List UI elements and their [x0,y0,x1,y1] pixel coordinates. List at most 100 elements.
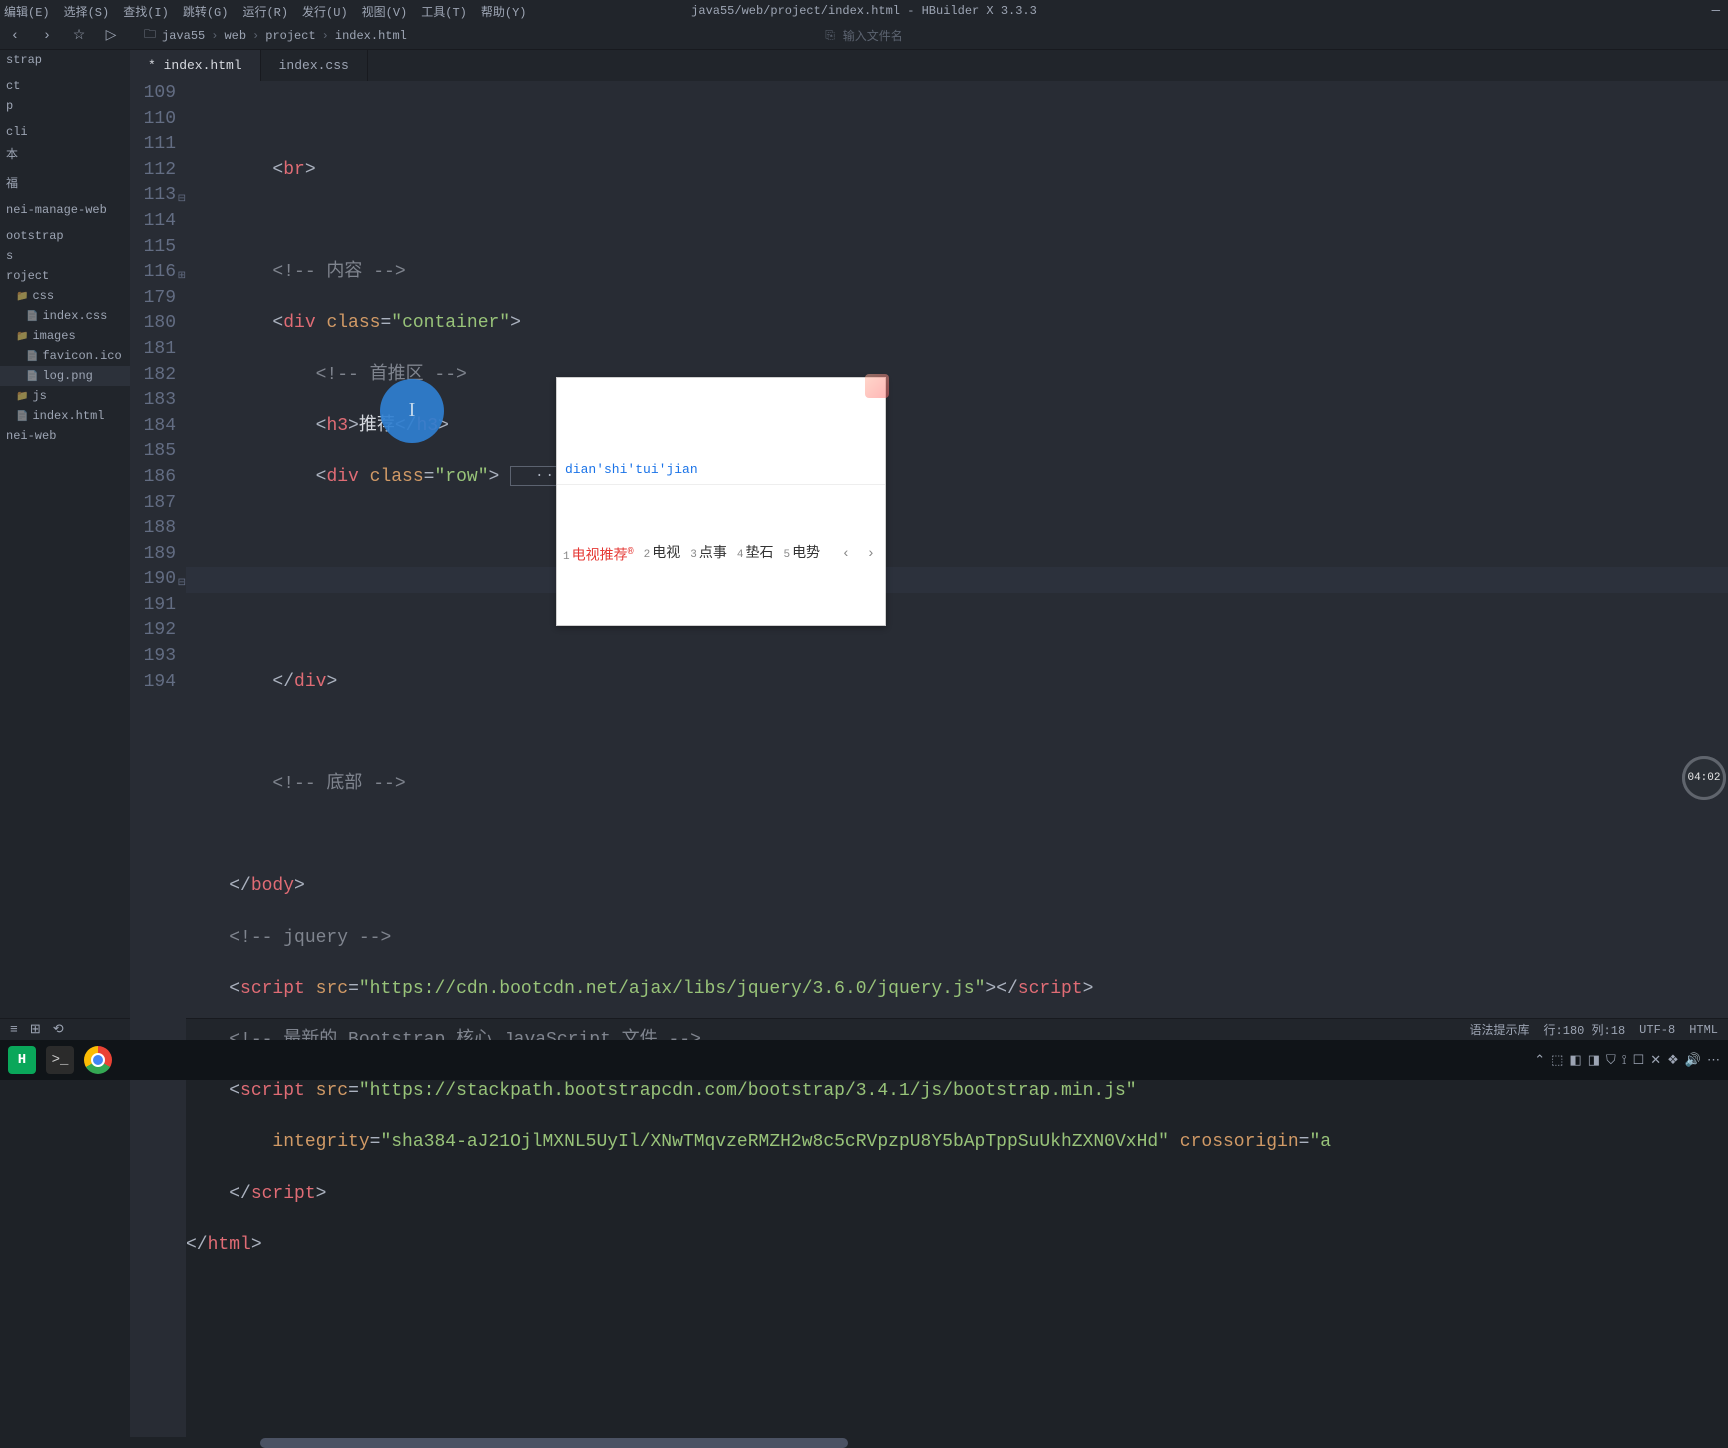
menu-item[interactable]: 运行(R) [242,3,288,20]
line-number: 110 [130,107,176,133]
explorer-item[interactable]: index.css [0,306,130,326]
ime-candidate[interactable]: 1电视推荐® [563,540,634,571]
explorer-item[interactable]: s [0,246,130,266]
explorer-item[interactable]: ct [0,76,130,96]
explorer-item[interactable]: 福 [0,171,130,194]
code-area[interactable]: <br> <!-- 内容 --> <div class="container">… [186,81,1728,1437]
taskbar-chrome-icon[interactable] [84,1046,112,1074]
explorer-item[interactable]: nei-web [0,426,130,446]
ime-candidates[interactable]: 1电视推荐® 2电视 3点事 4垫石 5电势 ‹ › [557,537,885,574]
explorer-item[interactable]: css [0,286,130,306]
line-number: 185 [130,439,176,465]
tray-icon[interactable]: 🔊 [1685,1053,1701,1068]
tray-icon[interactable]: ✕ [1650,1053,1661,1068]
explorer-item[interactable]: 本 [0,142,130,165]
menu-item[interactable]: 选择(S) [64,3,110,20]
explorer-item[interactable]: p [0,96,130,116]
fold-toggle-icon[interactable]: ⊟ [178,187,186,213]
editor-pane: * index.htmlindex.css 109110111112113⊟ 11… [130,50,1728,1018]
text-cursor-indicator [380,379,444,443]
code-editor[interactable]: 109110111112113⊟114115116⊞17918018118218… [130,81,1728,1437]
breadcrumb-segment[interactable]: index.html [335,29,407,43]
line-number: 182 [130,363,176,389]
menu-item[interactable]: 工具(T) [421,3,467,20]
tray-icon[interactable]: ⌃ [1534,1053,1545,1068]
explorer-item[interactable]: cli [0,122,130,142]
tray-icon[interactable]: ⬚ [1551,1053,1563,1068]
window-title: java55/web/project/index.html - HBuilder… [691,4,1037,18]
taskbar-hbuilder-icon[interactable]: H [8,1046,36,1074]
breadcrumb-segment[interactable]: web [224,29,246,43]
search-icon: ⎘ [825,29,835,43]
ime-pager[interactable]: ‹ › [842,542,879,568]
ime-candidate[interactable]: 5电势 [783,542,820,569]
line-number: 188 [130,516,176,542]
explorer-item[interactable]: strap [0,50,130,70]
explorer-item[interactable]: js [0,386,130,406]
explorer-item[interactable]: index.html [0,406,130,426]
menu-item[interactable]: 视图(V) [362,3,408,20]
file-search[interactable]: ⎘ 输入文件名 [825,27,903,44]
system-tray[interactable]: ⌃ ⬚ ◧ ◨ ⛉ ⟟ ☐ ✕ ❖ 🔊 ⋯ [1534,1053,1720,1068]
line-number: 111 [130,132,176,158]
run-icon[interactable]: ▷ [102,27,120,44]
tray-icon[interactable]: ⋯ [1707,1053,1720,1068]
explorer-item[interactable]: log.png [0,366,130,386]
menu-item[interactable]: 发行(U) [302,3,348,20]
fold-toggle-icon[interactable]: ⊟ [178,571,186,597]
status-icon[interactable]: ⟲ [53,1022,64,1037]
search-placeholder: 输入文件名 [843,27,903,44]
line-number: 190⊟ [130,567,176,593]
breadcrumb-segment[interactable]: project [265,29,315,43]
taskbar-terminal-icon[interactable]: >_ [46,1046,74,1074]
line-number: 115 [130,235,176,261]
explorer-item[interactable]: roject [0,266,130,286]
scrollbar-thumb[interactable] [260,1438,848,1448]
explorer-item[interactable]: ootstrap [0,226,130,246]
line-number: 181 [130,337,176,363]
line-number: 179 [130,286,176,312]
nav-back-icon[interactable]: ‹ [6,28,24,44]
ime-composition: dian'shi'tui'jian [557,455,885,486]
tray-icon[interactable]: ☐ [1633,1053,1645,1068]
line-number: 193 [130,644,176,670]
menu-item[interactable]: 帮助(Y) [481,3,527,20]
explorer-item[interactable]: favicon.ico [0,346,130,366]
menu-item[interactable]: 编辑(E) [4,3,50,20]
status-icon[interactable]: ≡ [10,1022,18,1037]
ime-candidate-popup[interactable]: dian'shi'tui'jian 1电视推荐® 2电视 3点事 4垫石 5电势 ‹ › [556,377,886,626]
line-number: 112 [130,158,176,184]
tray-icon[interactable]: ◨ [1588,1053,1600,1068]
tray-icon[interactable]: ❖ [1667,1053,1679,1068]
editor-tab[interactable]: * index.html [130,50,261,81]
tray-icon[interactable]: ⛉ [1606,1053,1616,1068]
breadcrumb-segment[interactable]: java55 [162,29,205,43]
editor-tab[interactable]: index.css [261,50,368,81]
breadcrumb: 🗀 java55› web› project› index.html [144,25,407,46]
explorer-item[interactable]: images [0,326,130,346]
folder-icon: 🗀 [144,25,156,46]
line-number: 189 [130,542,176,568]
main-area: strap ctp cli本福 nei-manage-web ootstrapsroje… [0,50,1728,1018]
os-taskbar: H >_ ⌃ ⬚ ◧ ◨ ⛉ ⟟ ☐ ✕ ❖ 🔊 ⋯ [0,1040,1728,1080]
status-icon[interactable]: ⊞ [30,1022,41,1037]
line-number: 109 [130,81,176,107]
ime-candidate[interactable]: 4垫石 [737,542,774,569]
line-number: 113⊟ [130,183,176,209]
explorer-item[interactable]: nei-manage-web [0,200,130,220]
tray-icon[interactable]: ◧ [1569,1053,1581,1068]
nav-forward-icon[interactable]: › [38,28,56,44]
file-explorer[interactable]: strap ctp cli本福 nei-manage-web ootstrapsroje… [0,50,130,1018]
window-minimize[interactable]: — [1712,3,1720,19]
menu-item[interactable]: 跳转(G) [183,3,229,20]
line-number: 194 [130,670,176,696]
line-number: 186 [130,465,176,491]
status-left-icons[interactable]: ≡ ⊞ ⟲ [10,1022,64,1037]
tray-icon[interactable]: ⟟ [1622,1053,1627,1068]
star-icon[interactable]: ☆ [70,27,88,44]
fold-toggle-icon[interactable]: ⊞ [178,264,186,290]
ime-candidate[interactable]: 2电视 [644,542,681,569]
ime-candidate[interactable]: 3点事 [690,542,727,569]
ime-logo-icon [865,374,889,398]
menu-item[interactable]: 查找(I) [123,3,169,20]
